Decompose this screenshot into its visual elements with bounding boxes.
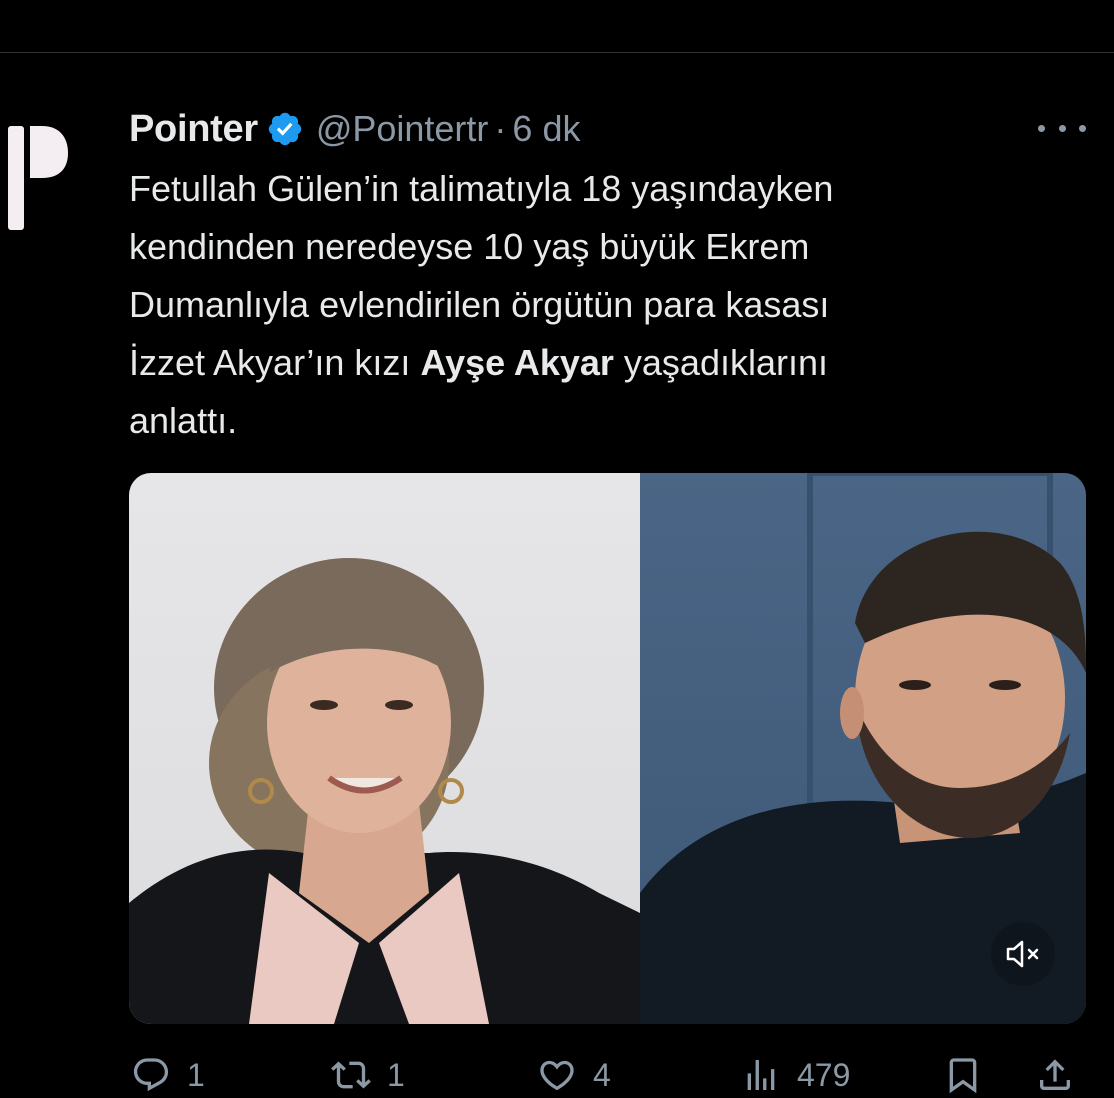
reply-icon [133,1058,169,1092]
bookmark-button[interactable] [941,1052,985,1098]
top-divider [0,52,1114,53]
separator-dot: · [494,108,507,149]
retweet-icon [331,1061,371,1089]
tweet-text-segment: yaşadıklarını [613,342,829,383]
tweet-text-line: anlattı. [129,392,1089,450]
tweet-timestamp[interactable]: 6 dk [512,108,580,150]
pointer-logo-icon [8,126,68,230]
author-display-name[interactable]: Pointer [129,108,258,151]
like-count: 4 [593,1056,611,1093]
retweet-button[interactable]: 1 [329,1052,405,1098]
tweet-text-line: Fetullah Gülen’in talimatıyla 18 yaşında… [129,160,1089,218]
mute-toggle-button[interactable] [991,922,1055,986]
speaker-muted-icon [1006,940,1039,968]
tweet-text-segment: anlattı. [129,400,238,441]
share-icon [1040,1059,1070,1090]
tweet-text-bold-segment: Ayşe Akyar [420,342,614,383]
author-handle[interactable]: @Pointertr [316,108,489,150]
more-options-icon[interactable] [1038,116,1086,140]
tweet-video[interactable] [129,473,1086,1024]
verified-badge-icon[interactable] [266,110,304,148]
tweet-text: Fetullah Gülen’in talimatıyla 18 yaşında… [129,160,1089,450]
tweet-text-segment: Fetullah Gülen’in talimatıyla 18 yaşında… [129,168,834,209]
tweet-text-segment: İzzet Akyar’ın kızı [129,342,421,383]
video-left-panel [129,473,640,1024]
reply-button[interactable]: 1 [129,1052,205,1098]
tweet-text-line: Dumanlıyla evlendirilen örgütün para kas… [129,276,1089,334]
tweet-text-segment: Dumanlıyla evlendirilen örgütün para kas… [129,284,830,325]
tweet-text-segment: kendinden neredeyse 10 yaş büyük Ekrem [129,226,810,267]
tweet-text-line: kendinden neredeyse 10 yaş büyük Ekrem [129,218,1089,276]
heart-icon [540,1060,574,1091]
share-button[interactable] [1033,1052,1077,1098]
avatar[interactable] [0,112,92,236]
retweet-count: 1 [387,1056,405,1093]
like-button[interactable]: 4 [535,1052,611,1098]
views-count: 479 [797,1056,851,1093]
tweet-actions: 1 1 4 479 [129,1052,1089,1098]
analytics-icon [747,1060,775,1090]
tweet-header: Pointer @Pointertr · 6 dk [129,106,580,152]
views-button[interactable]: 479 [739,1052,850,1098]
reply-count: 1 [187,1056,205,1093]
tweet-text-line: İzzet Akyar’ın kızı Ayşe Akyar yaşadıkla… [129,334,1089,392]
bookmark-icon [949,1058,977,1094]
